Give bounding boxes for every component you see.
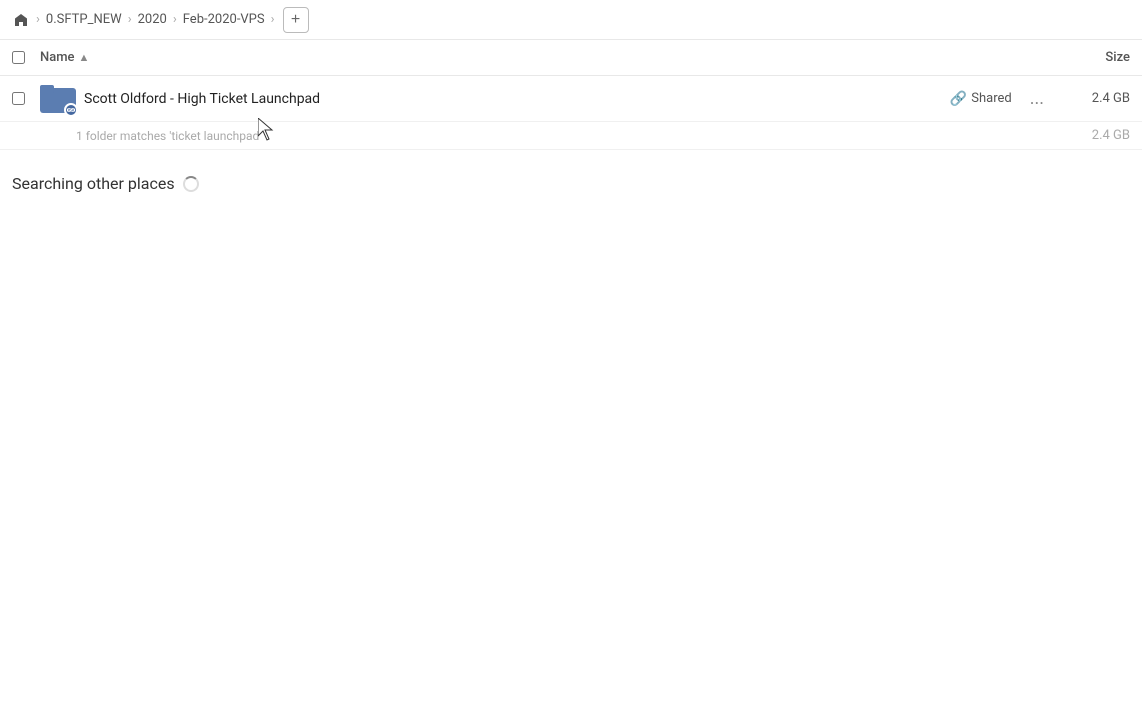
searching-other-places-text: Searching other places bbox=[12, 174, 175, 193]
breadcrumb-2020[interactable]: 2020 bbox=[138, 12, 167, 27]
file-name: Scott Oldford - High Ticket Launchpad bbox=[84, 91, 950, 107]
shared-badge: 🔗 Shared bbox=[950, 91, 1012, 107]
file-row-checkbox-col bbox=[12, 92, 40, 105]
add-button[interactable]: + bbox=[283, 7, 309, 33]
file-actions: 🔗 Shared ... bbox=[950, 86, 1050, 111]
name-column-header[interactable]: Name ▲ bbox=[40, 50, 1050, 65]
match-count-row: 1 folder matches 'ticket launchpad' 2.4 … bbox=[0, 122, 1142, 150]
breadcrumb-feb-2020-vps[interactable]: Feb-2020-VPS bbox=[183, 12, 265, 27]
header-checkbox-col bbox=[12, 51, 40, 64]
size-column-header: Size bbox=[1050, 50, 1130, 65]
file-size: 2.4 GB bbox=[1050, 91, 1130, 106]
breadcrumb-sep-1: › bbox=[128, 12, 132, 27]
breadcrumb-sep-3: › bbox=[271, 12, 275, 27]
breadcrumb-sep-0: › bbox=[36, 12, 40, 27]
column-header-row: Name ▲ Size bbox=[0, 40, 1142, 76]
breadcrumb-bar: › 0.SFTP_NEW › 2020 › Feb-2020-VPS › + bbox=[0, 0, 1142, 40]
breadcrumb-sftp-new[interactable]: 0.SFTP_NEW bbox=[46, 12, 122, 27]
content-area: Name ▲ Size bbox=[0, 40, 1142, 205]
searching-other-places-row: Searching other places bbox=[0, 150, 1142, 205]
select-all-checkbox[interactable] bbox=[12, 51, 25, 64]
sort-arrow-icon: ▲ bbox=[79, 51, 90, 64]
home-icon bbox=[12, 11, 30, 29]
breadcrumb-sep-2: › bbox=[173, 12, 177, 27]
file-row[interactable]: Scott Oldford - High Ticket Launchpad 🔗 … bbox=[0, 76, 1142, 122]
link-icon: 🔗 bbox=[950, 91, 967, 107]
file-checkbox[interactable] bbox=[12, 92, 25, 105]
breadcrumb-home[interactable] bbox=[12, 11, 30, 29]
more-options-button[interactable]: ... bbox=[1024, 86, 1050, 111]
shared-link-badge bbox=[64, 103, 78, 117]
file-icon-wrapper bbox=[40, 81, 76, 117]
loading-spinner bbox=[183, 176, 199, 192]
